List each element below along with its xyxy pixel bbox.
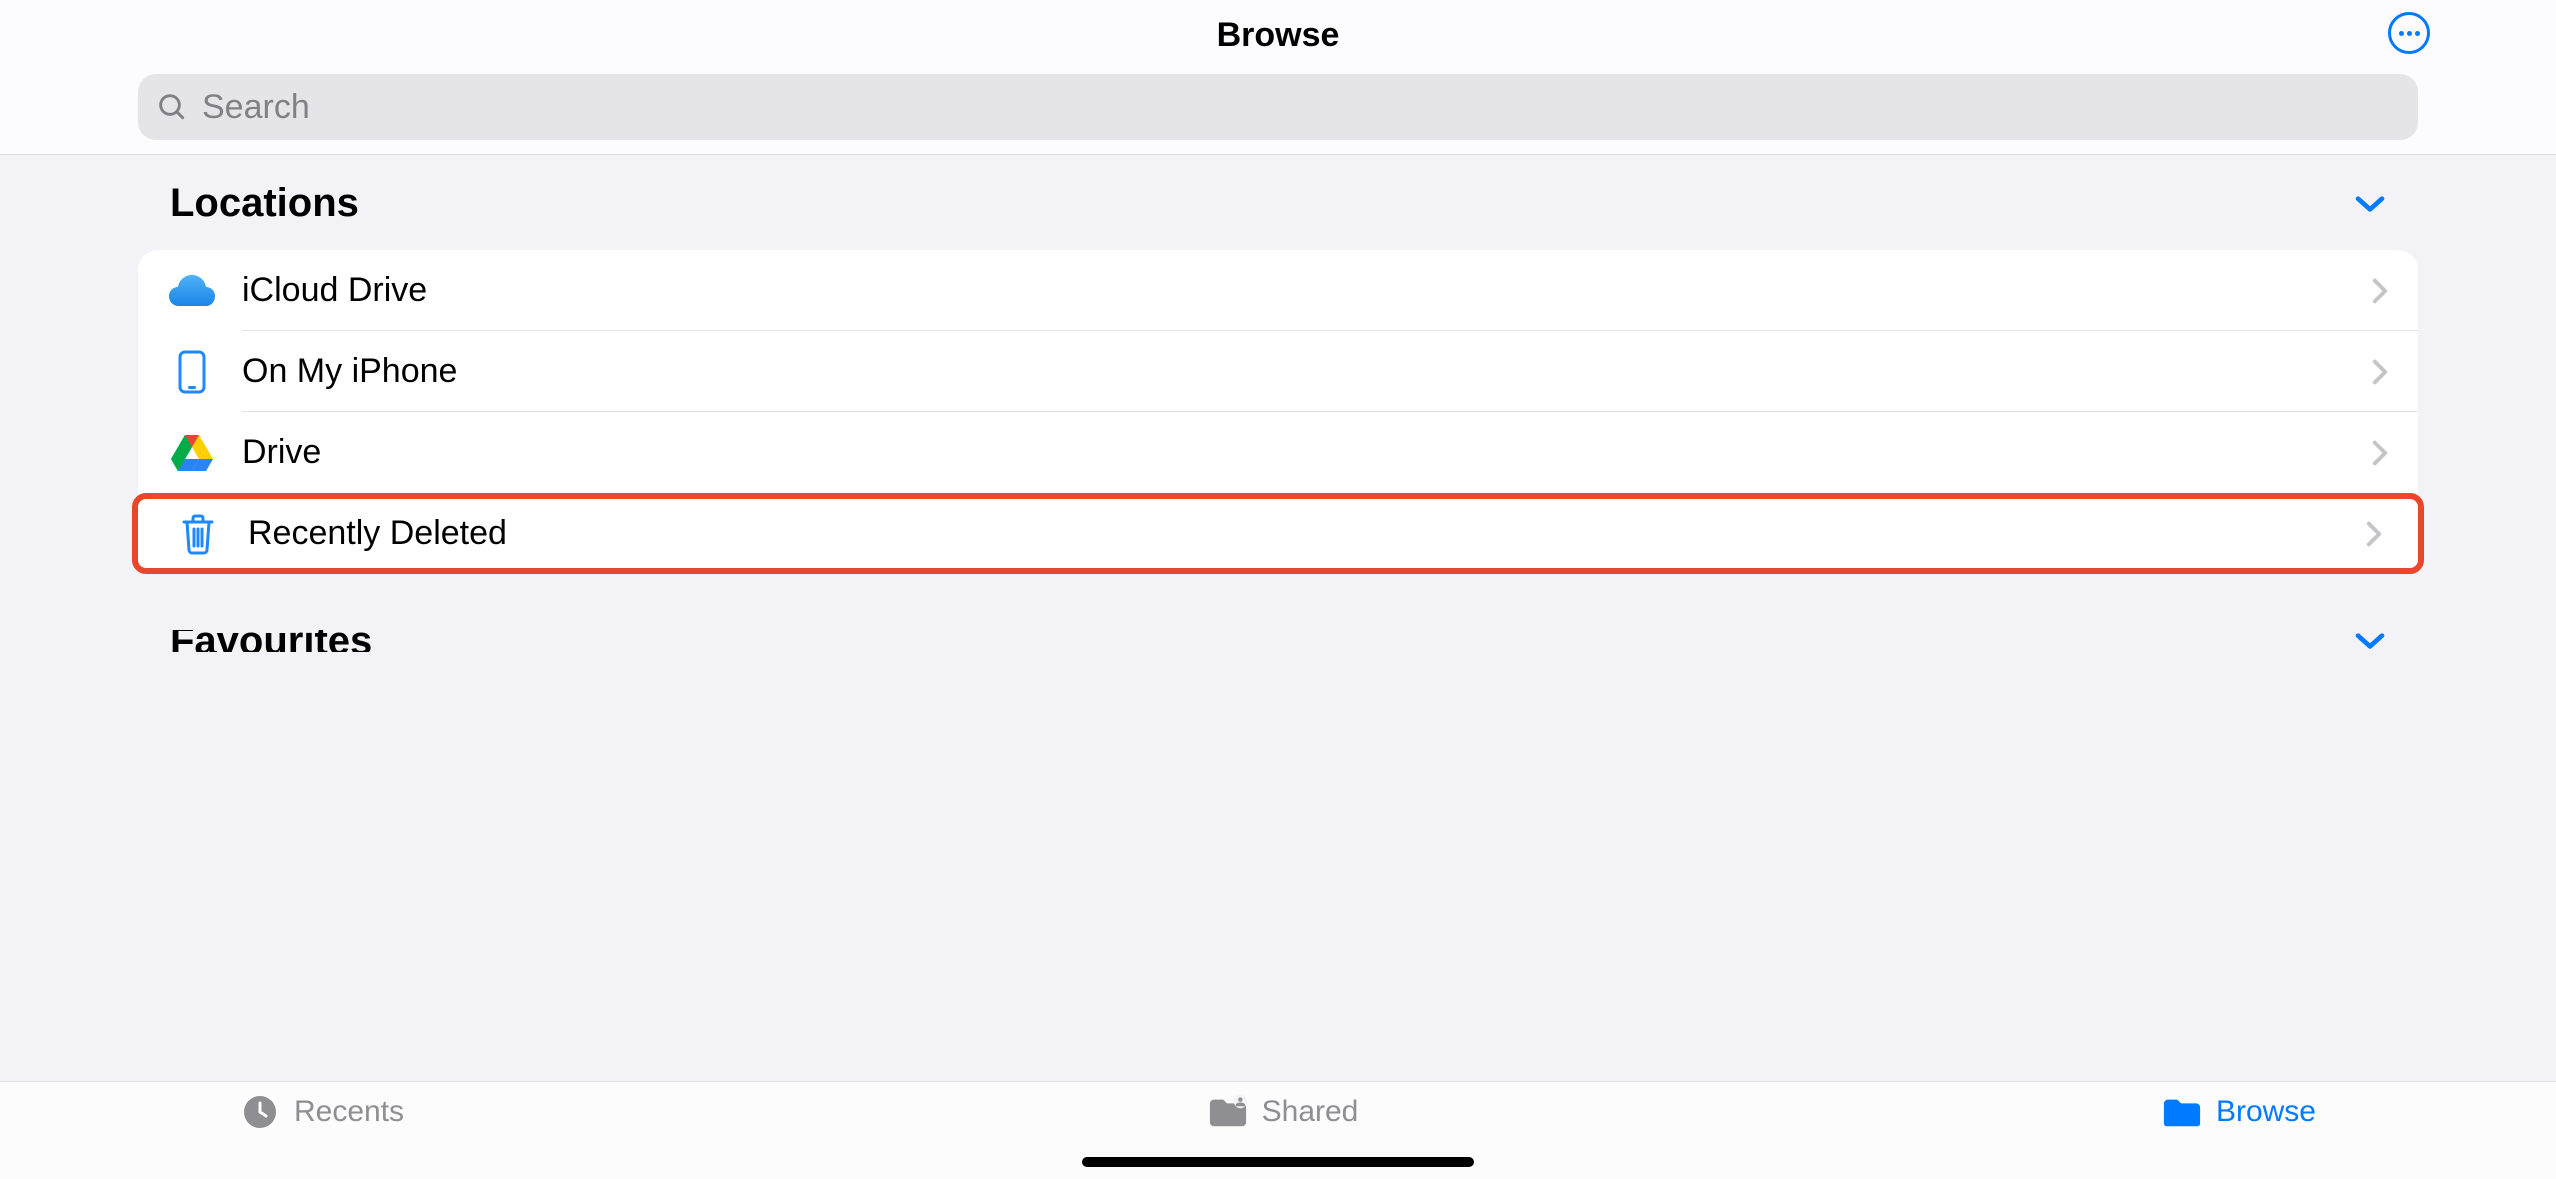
location-label: On My iPhone — [242, 352, 2372, 391]
location-label: iCloud Drive — [242, 271, 2372, 310]
tab-label: Shared — [1262, 1095, 1359, 1129]
locations-title: Locations — [170, 181, 359, 226]
tab-shared[interactable]: Shared — [1208, 1094, 1359, 1130]
search-field[interactable] — [138, 74, 2418, 140]
chevron-right-icon — [2372, 440, 2388, 466]
favourites-title: Favourites — [170, 630, 372, 652]
folder-icon — [2162, 1095, 2202, 1129]
tab-label: Recents — [294, 1095, 404, 1129]
chevron-down-icon — [2354, 193, 2386, 215]
search-input[interactable] — [202, 88, 2400, 127]
locations-list: iCloud Drive On My iPhone — [138, 250, 2418, 574]
location-row-drive[interactable]: Drive — [138, 412, 2418, 493]
more-horizontal-icon — [2399, 31, 2404, 36]
location-row-recently-deleted[interactable]: Recently Deleted — [132, 493, 2424, 574]
tab-label: Browse — [2216, 1095, 2316, 1129]
tab-recents[interactable]: Recents — [240, 1094, 404, 1130]
chevron-right-icon — [2372, 278, 2388, 304]
clock-icon — [242, 1094, 278, 1130]
home-indicator[interactable] — [1082, 1157, 1474, 1167]
chevron-right-icon — [2366, 521, 2382, 547]
more-options-button[interactable] — [2388, 12, 2430, 54]
location-label: Drive — [242, 433, 2372, 472]
header-bar: Browse — [0, 0, 2556, 155]
favourites-section-header[interactable]: Favourites — [170, 630, 2386, 652]
google-drive-icon — [170, 433, 214, 473]
locations-section-header[interactable]: Locations — [170, 181, 2386, 226]
iphone-icon — [178, 350, 206, 394]
chevron-down-icon — [2354, 630, 2386, 652]
trash-icon — [180, 513, 216, 555]
chevron-right-icon — [2372, 359, 2388, 385]
shared-folder-icon — [1208, 1095, 1248, 1129]
tab-browse[interactable]: Browse — [2162, 1094, 2316, 1130]
page-title: Browse — [1217, 16, 1340, 55]
search-icon — [156, 91, 188, 123]
location-label: Recently Deleted — [248, 514, 2366, 553]
icloud-icon — [168, 274, 216, 308]
location-row-iphone[interactable]: On My iPhone — [138, 331, 2418, 412]
location-row-icloud[interactable]: iCloud Drive — [138, 250, 2418, 331]
